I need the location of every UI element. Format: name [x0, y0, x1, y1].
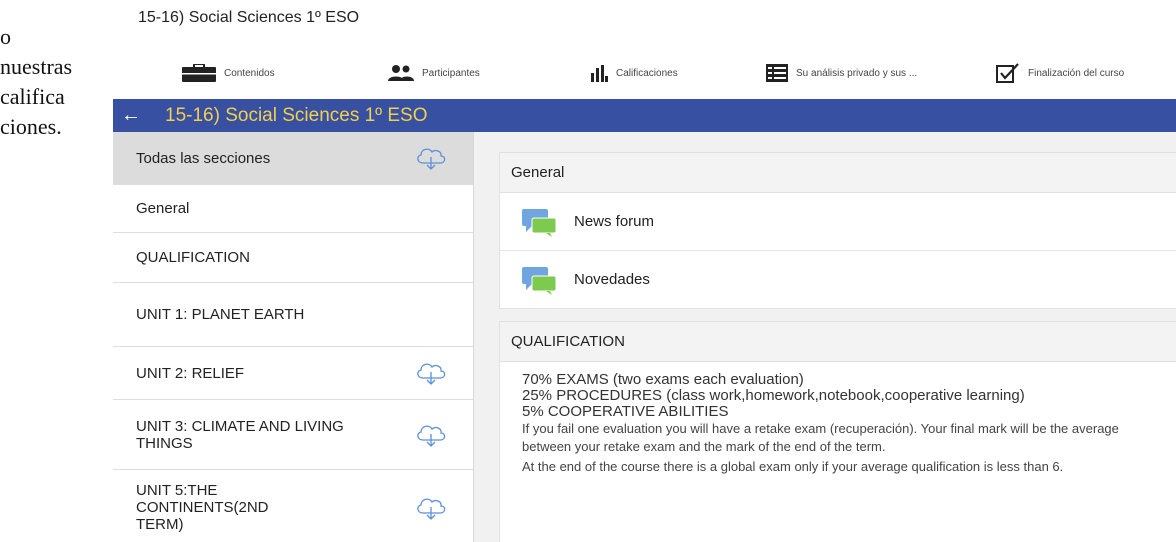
section-item-unit1[interactable]: UNIT 1: PLANET EARTH — [113, 283, 473, 347]
forum-icon — [522, 208, 557, 237]
cloud-download-icon[interactable] — [414, 146, 448, 170]
bar-chart-icon — [591, 65, 608, 82]
section-label: UNIT 3: CLIMATE AND LIVING THINGS — [136, 417, 344, 452]
app-header: ← 15-16) Social Sciences 1º ESO — [113, 99, 1176, 132]
summary-line: 25% PROCEDURES (class work,homework,note… — [522, 387, 1025, 404]
forum-icon — [522, 266, 557, 295]
list-icon — [766, 64, 788, 82]
section-label: Todas las secciones — [136, 149, 271, 167]
nav-analisis-privado[interactable]: Su análisis privado y sus ... — [766, 58, 917, 88]
cloud-download-icon[interactable] — [414, 361, 448, 385]
nav-label: Finalización del curso — [1028, 67, 1125, 79]
cropped-text-fragment: o nuestras califica ciones. — [0, 22, 110, 142]
briefcase-icon — [182, 64, 216, 82]
activity-label: Novedades — [574, 271, 650, 288]
qualification-section-card: QUALIFICATION 70% EXAMS (two exams each … — [499, 321, 1176, 542]
summary-line: 70% EXAMS (two exams each evaluation) — [522, 371, 804, 388]
cloud-download-icon[interactable] — [414, 496, 448, 520]
activity-news-forum[interactable]: News forum — [500, 193, 1176, 251]
section-label: UNIT 2: RELIEF — [136, 364, 245, 382]
fragment-line: ciones. — [0, 114, 62, 139]
summary-paragraph: At the end of the course there is a glob… — [522, 459, 1064, 474]
sections-sidebar: Todas las secciones General QUALIFICATIO… — [113, 132, 474, 542]
cloud-download-icon[interactable] — [414, 423, 448, 447]
nav-calificaciones[interactable]: Calificaciones — [590, 58, 678, 88]
summary-paragraph: If you fail one evaluation you will have… — [522, 421, 1119, 454]
general-section-card: General News forum Novedades — [499, 152, 1176, 309]
nav-label: Participantes — [422, 67, 480, 79]
section-item-unit2[interactable]: UNIT 2: RELIEF — [113, 347, 473, 400]
section-label: General — [136, 200, 190, 217]
section-summary: 70% EXAMS (two exams each evaluation) 25… — [500, 362, 1176, 476]
section-item-general[interactable]: General — [113, 185, 473, 233]
nav-participantes[interactable]: Participantes — [388, 58, 480, 88]
course-title: 15-16) Social Sciences 1º ESO — [138, 9, 360, 26]
section-item-qualification[interactable]: QUALIFICATION — [113, 233, 473, 283]
activity-novedades[interactable]: Novedades — [500, 251, 1176, 308]
checkbox-icon — [996, 63, 1019, 83]
section-heading: General — [500, 153, 1176, 193]
section-item-unit5[interactable]: UNIT 5:THE CONTINENTS(2ND TERM) — [113, 470, 473, 542]
summary-line: 5% COOPERATIVE ABILITIES — [522, 403, 729, 420]
section-label: UNIT 5:THE CONTINENTS(2ND TERM) — [136, 482, 269, 533]
fragment-line: nuestras — [0, 54, 73, 79]
section-heading: QUALIFICATION — [500, 322, 1176, 362]
course-nav: Contenidos Participantes Calificaciones … — [138, 58, 1176, 88]
nav-label: Contenidos — [224, 67, 275, 79]
nav-finalizacion[interactable]: Finalización del curso — [996, 58, 1124, 88]
section-item-unit3[interactable]: UNIT 3: CLIMATE AND LIVING THINGS — [113, 400, 473, 470]
section-label: QUALIFICATION — [136, 249, 250, 266]
people-icon — [388, 65, 414, 81]
section-item-todas[interactable]: Todas las secciones — [113, 132, 473, 185]
activity-label: News forum — [574, 213, 655, 230]
nav-label: Calificaciones — [616, 67, 678, 79]
section-content: General News forum Novedades QUALIFICATI… — [474, 132, 1176, 542]
app-title: 15-16) Social Sciences 1º ESO — [165, 104, 428, 126]
fragment-line: califica — [0, 84, 65, 109]
nav-contenidos[interactable]: Contenidos — [182, 58, 275, 88]
back-arrow-icon[interactable]: ← — [121, 104, 147, 127]
section-label: UNIT 1: PLANET EARTH — [136, 306, 305, 323]
nav-label: Su análisis privado y sus ... — [796, 67, 918, 79]
fragment-line: o — [0, 24, 11, 49]
